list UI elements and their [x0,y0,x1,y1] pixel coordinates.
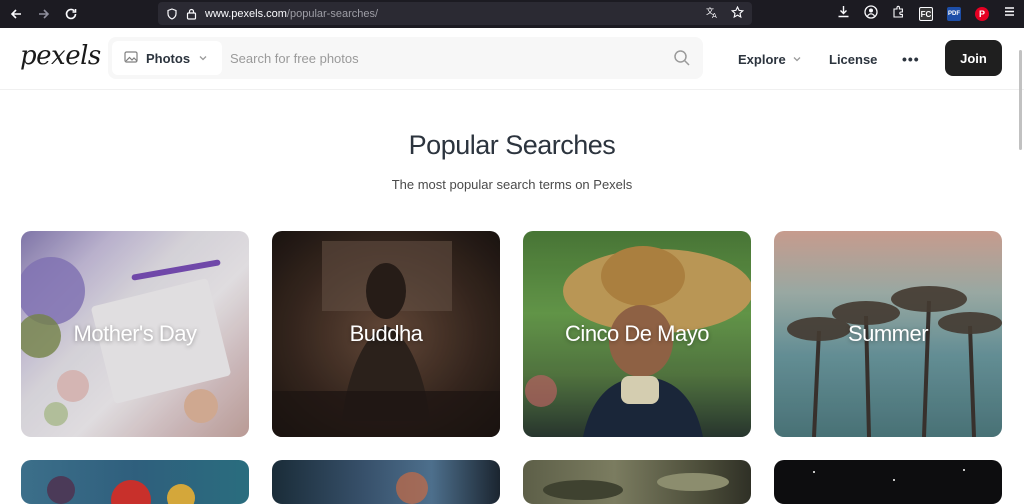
fc-extension-icon[interactable]: FC [919,7,933,21]
fruit-photo [47,476,195,504]
card-label: Summer [847,321,929,346]
menu-icon[interactable] [1003,5,1016,23]
url-path: /popular-searches/ [286,7,379,20]
join-button[interactable]: Join [945,40,1002,76]
explore-label: Explore [738,51,786,67]
search-type-label: Photos [146,50,191,66]
reload-icon[interactable] [57,0,85,28]
image-icon [124,50,138,67]
chevron-down-icon [792,52,802,67]
account-icon[interactable] [864,4,878,24]
extensions-icon[interactable] [892,5,905,23]
svg-text:A: A [712,12,717,19]
site-header: pexels Photos Search for free photos Exp… [0,28,1024,90]
chevron-down-icon [198,51,208,66]
url-bar[interactable]: www.pexels.com/popular-searches/ 文A [158,2,752,25]
pexels-logo[interactable]: pexels [20,41,101,71]
search-type-select[interactable]: Photos [112,41,222,75]
search-card[interactable] [272,460,500,504]
card-label: Mother's Day [73,321,197,346]
browser-toolbar: www.pexels.com/popular-searches/ 文A FC P… [0,0,1024,28]
search-card[interactable]: Buddha [272,231,500,437]
forward-icon[interactable] [30,0,58,28]
search-card[interactable] [523,460,751,504]
search-card[interactable]: Mother's Day [21,231,249,437]
pdf-extension-icon[interactable]: PDF [947,7,961,21]
url-host: www.pexels.com [205,7,287,20]
search-input[interactable]: Search for free photos [230,37,359,79]
search-card[interactable]: Cinco De Mayo [523,231,751,437]
download-icon[interactable] [837,5,850,23]
card-label: Buddha [349,321,423,346]
search-card[interactable] [21,460,249,504]
search-bar: Photos Search for free photos [108,37,703,79]
explore-menu[interactable]: Explore [738,28,802,90]
bookmark-star-icon[interactable] [730,5,745,22]
pdf-extension-label: PDF [948,11,960,17]
search-card[interactable] [774,460,1002,504]
shield-icon[interactable] [166,7,178,20]
url-text: www.pexels.com/popular-searches/ [205,8,378,20]
back-icon[interactable] [2,0,30,28]
search-card[interactable]: Summer [774,231,1002,437]
abstract-photo [396,472,428,504]
page-subtitle: The most popular search terms on Pexels [391,177,633,192]
leaves-photo [543,473,729,500]
night-sky-photo [813,469,965,481]
fc-extension-label: FC [920,9,932,19]
lock-icon[interactable] [186,8,197,20]
pinterest-icon[interactable]: P [975,7,989,21]
more-menu-icon[interactable]: ••• [902,28,920,90]
page-title: Popular Searches [408,130,616,160]
license-link[interactable]: License [829,28,877,90]
card-label: Cinco De Mayo [565,321,709,346]
translate-icon[interactable]: 文A [706,6,719,22]
search-icon[interactable] [673,49,691,67]
